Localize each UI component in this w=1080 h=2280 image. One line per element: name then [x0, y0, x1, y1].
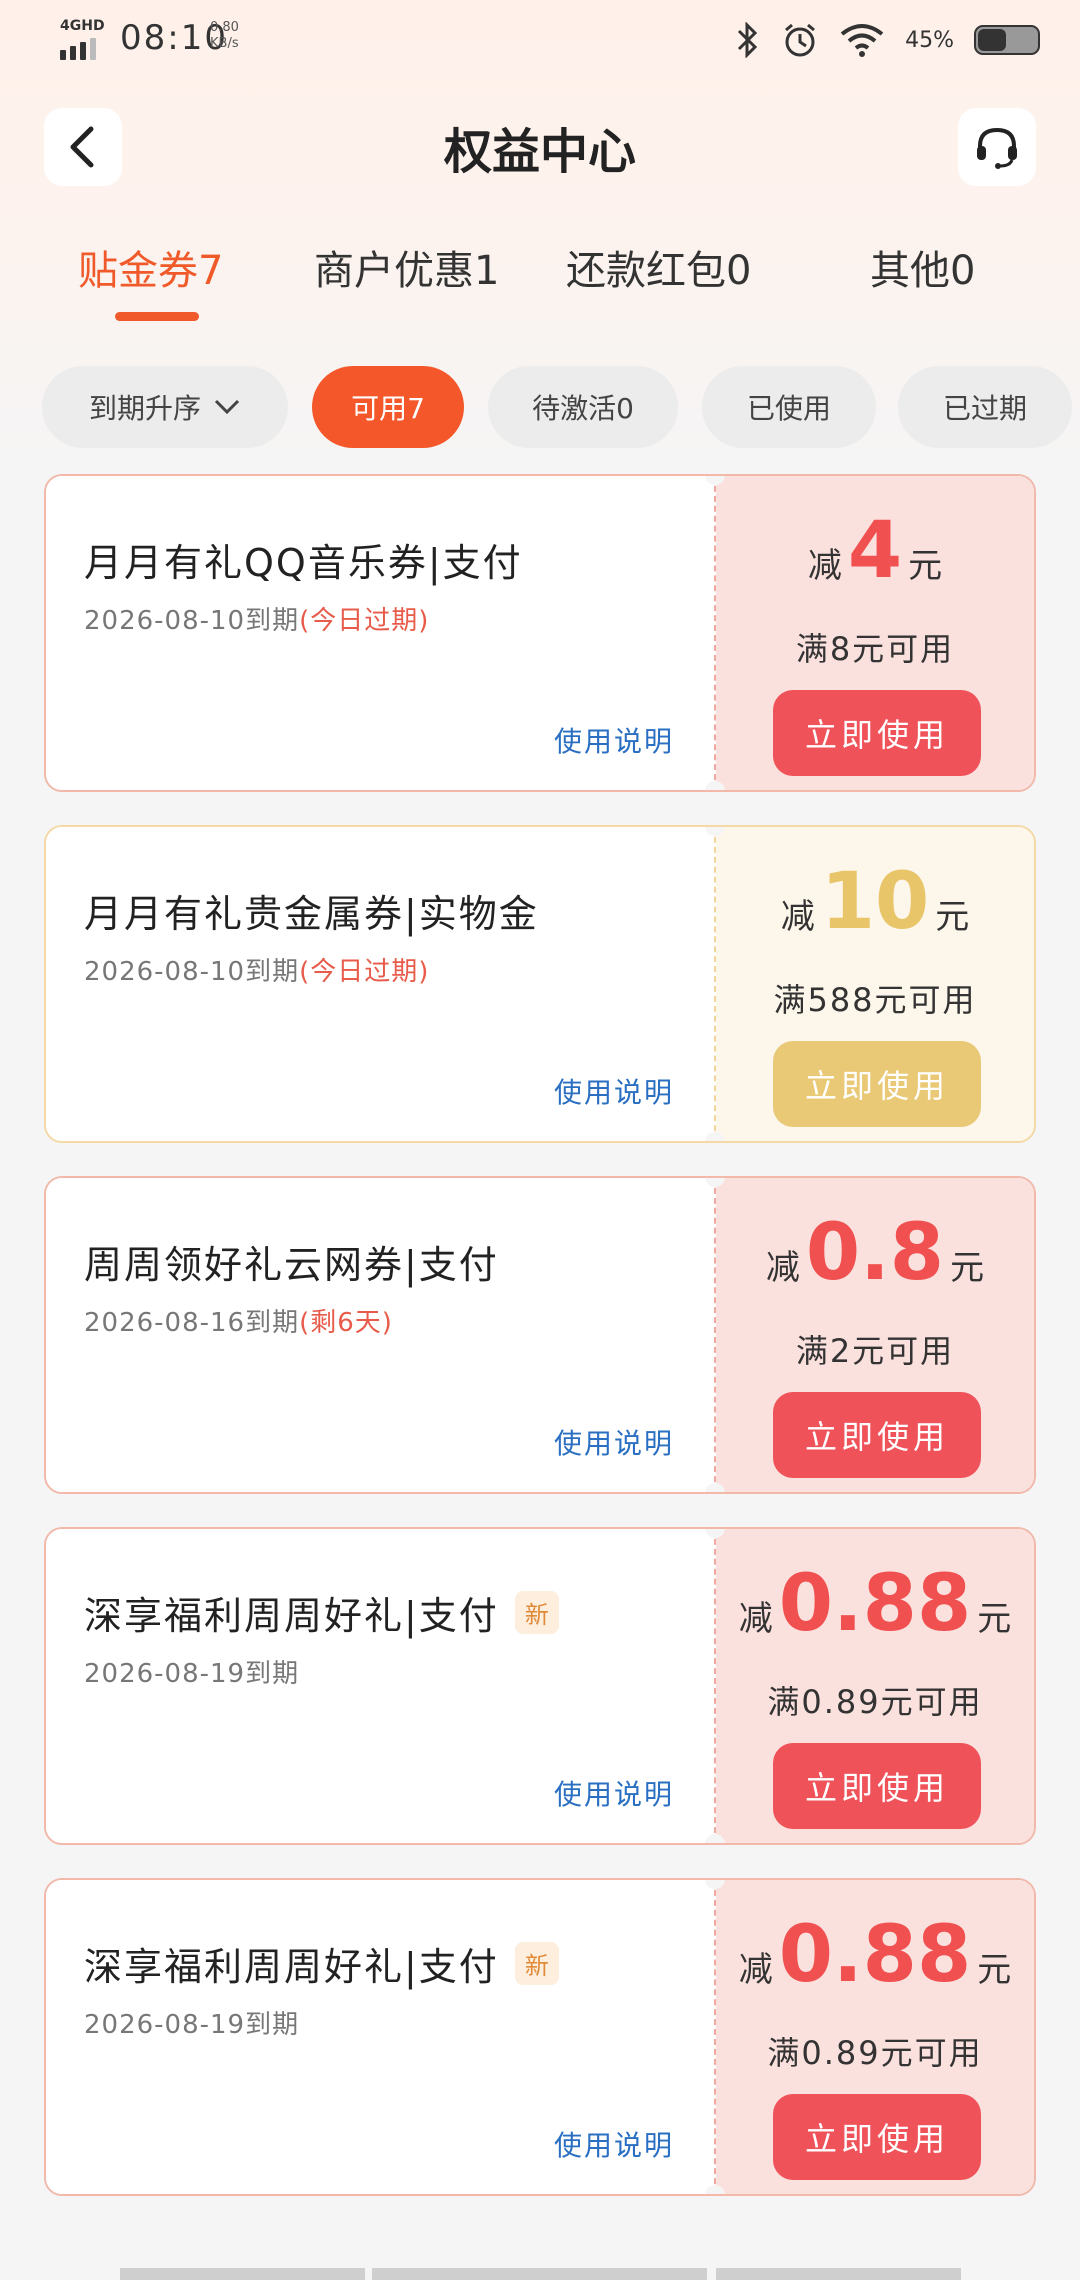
new-badge: 新 — [514, 1591, 559, 1634]
expiry-note: (今日过期) — [299, 606, 430, 636]
use-now-button[interactable]: 立即使用 — [773, 2094, 981, 2180]
coupon-info: 深享福利周周好礼|支付新 2026-08-19到期 使用说明 — [46, 1529, 714, 1843]
coupon-expiry: 2026-08-19到期 — [84, 2010, 300, 2040]
use-now-button[interactable]: 立即使用 — [773, 1392, 981, 1478]
usage-condition: 满588元可用 — [773, 981, 977, 1019]
coupon-value-panel: 减10 元 满588元可用 立即使用 — [716, 827, 1034, 1141]
filter-expired[interactable]: 已过期 — [898, 366, 1072, 448]
discount-amount: 减0.88 元 — [738, 1910, 1012, 2000]
category-tabs: 贴金券7 商户优惠1 还款红包0 其他0 — [0, 238, 1080, 308]
coupon-value-panel: 减0.88 元 满0.89元可用 立即使用 — [716, 1880, 1034, 2194]
coupon-card: 周周领好礼云网券|支付 2026-08-16到期(剩6天) 使用说明 减0.8 元… — [44, 1176, 1036, 1494]
filter-used[interactable]: 已使用 — [702, 366, 876, 448]
chevron-down-icon — [214, 399, 240, 415]
usage-condition: 满0.89元可用 — [767, 1683, 983, 1721]
expiry-note: (今日过期) — [299, 957, 430, 987]
discount-amount: 减0.8 元 — [765, 1208, 985, 1298]
coupon-card: 深享福利周周好礼|支付新 2026-08-19到期 使用说明 减0.88 元 满0… — [44, 1878, 1036, 2196]
coupon-title: 月月有礼QQ音乐券|支付 — [84, 541, 523, 585]
sort-dropdown[interactable]: 到期升序 — [42, 366, 288, 448]
battery-percent: 45% — [905, 27, 954, 53]
battery-icon — [974, 25, 1040, 55]
usage-condition: 满2元可用 — [795, 1332, 955, 1370]
coupon-title: 周周领好礼云网券|支付 — [84, 1243, 499, 1287]
usage-instructions-link[interactable]: 使用说明 — [554, 1773, 674, 1813]
usage-condition: 满8元可用 — [795, 630, 955, 668]
tab-repayment-red-packets[interactable]: 还款红包0 — [566, 238, 751, 296]
usage-condition: 满0.89元可用 — [767, 2034, 983, 2072]
coupon-expiry: 2026-08-10到期(今日过期) — [84, 606, 430, 636]
coupon-card: 深享福利周周好礼|支付新 2026-08-19到期 使用说明 减0.88 元 满0… — [44, 1527, 1036, 1845]
discount-amount: 减4 元 — [807, 506, 943, 596]
status-bar: 4GHD 08:10 0.80 KB/s 45% — [0, 0, 1080, 80]
filter-bar: 到期升序 可用7 待激活0 已使用 已过期 — [0, 366, 1080, 448]
coupon-info: 周周领好礼云网券|支付 2026-08-16到期(剩6天) 使用说明 — [46, 1178, 714, 1492]
coupon-title: 深享福利周周好礼|支付新 — [84, 1585, 559, 1640]
usage-instructions-link[interactable]: 使用说明 — [554, 720, 674, 760]
wifi-icon — [840, 24, 884, 57]
coupon-card: 月月有礼QQ音乐券|支付 2026-08-10到期(今日过期) 使用说明 减4 元… — [44, 474, 1036, 792]
filter-available[interactable]: 可用7 — [312, 366, 464, 448]
network-speed: 0.80 KB/s — [210, 20, 239, 51]
coupon-value-panel: 减4 元 满8元可用 立即使用 — [716, 476, 1034, 790]
signal-icon: 4GHD — [60, 18, 106, 60]
tab-merchant-offers[interactable]: 商户优惠1 — [314, 238, 499, 296]
sort-label: 到期升序 — [88, 392, 201, 425]
status-icons: 45% — [735, 18, 1040, 62]
page-title: 权益中心 — [443, 124, 636, 180]
bottom-edge-bars — [0, 2268, 1080, 2280]
coupon-info: 月月有礼QQ音乐券|支付 2026-08-10到期(今日过期) 使用说明 — [46, 476, 714, 790]
bluetooth-icon — [738, 22, 758, 58]
discount-amount: 减10 元 — [780, 857, 970, 947]
coupon-info: 深享福利周周好礼|支付新 2026-08-19到期 使用说明 — [46, 1880, 714, 2194]
coupon-expiry: 2026-08-10到期(今日过期) — [84, 957, 430, 987]
coupon-info: 月月有礼贵金属券|实物金 2026-08-10到期(今日过期) 使用说明 — [46, 827, 714, 1141]
usage-instructions-link[interactable]: 使用说明 — [554, 2124, 674, 2164]
use-now-button[interactable]: 立即使用 — [773, 1041, 981, 1127]
customer-service-button[interactable] — [958, 108, 1036, 186]
tab-other[interactable]: 其他0 — [870, 238, 975, 296]
discount-amount: 减0.88 元 — [738, 1559, 1012, 1649]
coupon-title: 深享福利周周好礼|支付新 — [84, 1936, 559, 1991]
coupon-card: 月月有礼贵金属券|实物金 2026-08-10到期(今日过期) 使用说明 减10… — [44, 825, 1036, 1143]
usage-instructions-link[interactable]: 使用说明 — [554, 1071, 674, 1111]
filter-pending-activation[interactable]: 待激活0 — [488, 366, 678, 448]
coupon-title: 月月有礼贵金属券|实物金 — [84, 892, 539, 936]
tab-subsidy-coupons[interactable]: 贴金券7 — [78, 238, 223, 296]
coupon-expiry: 2026-08-16到期(剩6天) — [84, 1308, 393, 1338]
use-now-button[interactable]: 立即使用 — [773, 690, 981, 776]
network-type: 4GHD — [60, 18, 105, 34]
new-badge: 新 — [514, 1942, 559, 1985]
usage-instructions-link[interactable]: 使用说明 — [554, 1422, 674, 1462]
expiry-note: (剩6天) — [299, 1308, 393, 1338]
use-now-button[interactable]: 立即使用 — [773, 1743, 981, 1829]
coupon-expiry: 2026-08-19到期 — [84, 1659, 300, 1689]
coupon-value-panel: 减0.8 元 满2元可用 立即使用 — [716, 1178, 1034, 1492]
headset-icon — [977, 127, 1017, 169]
alarm-icon — [785, 23, 816, 57]
active-tab-indicator — [115, 312, 199, 321]
coupon-value-panel: 减0.88 元 满0.89元可用 立即使用 — [716, 1529, 1034, 1843]
